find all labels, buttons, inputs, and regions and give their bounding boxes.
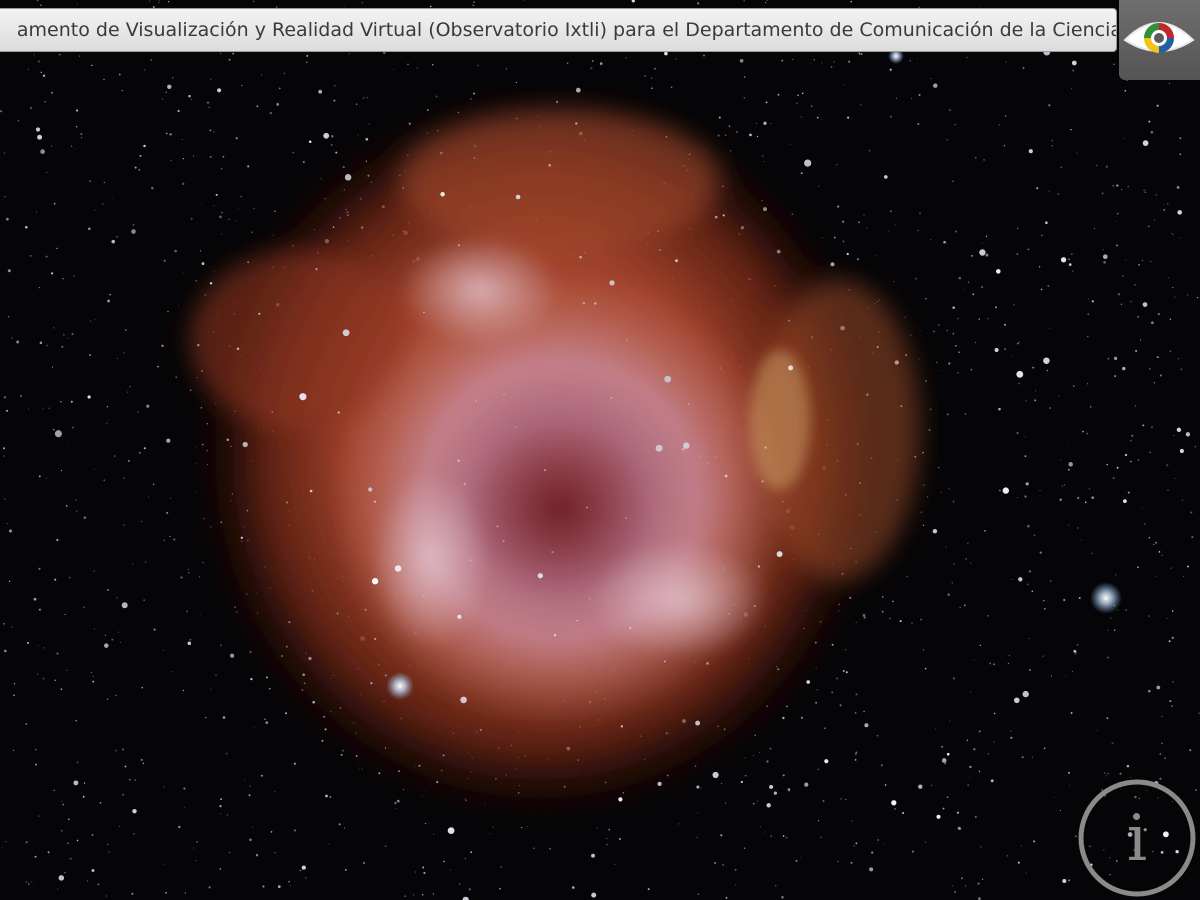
title-banner: amento de Visualización y Realidad Virtu… (0, 8, 1117, 52)
eye-logo-icon (1123, 22, 1195, 53)
info-button[interactable]: i (1077, 778, 1197, 898)
banner-text: amento de Visualización y Realidad Virtu… (16, 19, 1117, 41)
info-icon: i (1078, 779, 1196, 897)
info-glyph: i (1127, 802, 1147, 876)
logo-button[interactable] (1119, 0, 1200, 80)
nebula-photo (0, 0, 1200, 900)
viewer-screen: amento de Visualización y Realidad Virtu… (0, 0, 1200, 900)
